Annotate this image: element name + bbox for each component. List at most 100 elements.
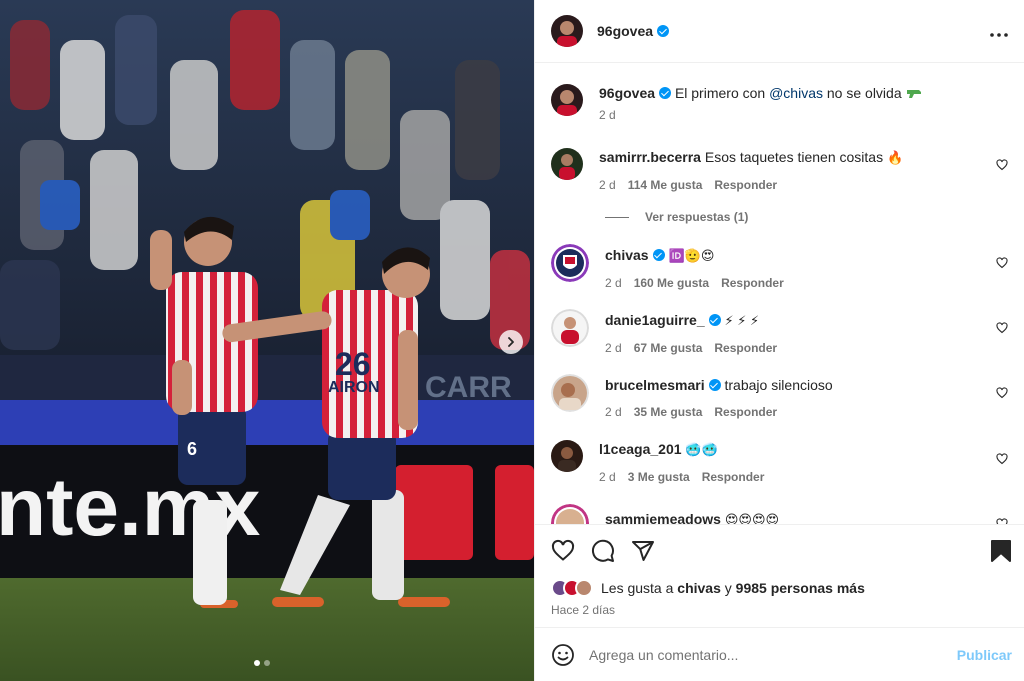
- caption-meta: 2 d: [599, 108, 1008, 122]
- comment-time: 2 d: [599, 470, 616, 484]
- post-side-panel: 96govea 96govea El primero con @chivas n…: [534, 0, 1024, 681]
- carousel-dot: [264, 660, 270, 666]
- comment-likes-count[interactable]: 35 Me gusta: [634, 405, 703, 419]
- view-replies-label[interactable]: Ver respuestas (1): [645, 210, 748, 224]
- commenter-avatar[interactable]: [551, 440, 583, 472]
- comment-username[interactable]: brucelmesmari: [605, 377, 705, 393]
- comment-item: l1ceaga_201 🥶🥶 2 d 3 Me gusta Responder: [551, 440, 1008, 484]
- comment-input[interactable]: [589, 647, 957, 663]
- action-bar: [551, 539, 1012, 565]
- comment-time: 2 d: [605, 341, 622, 355]
- comment-emoji: 😍😍😍😍: [724, 512, 780, 524]
- comments-list[interactable]: 96govea El primero con @chivas no se olv…: [535, 64, 1024, 524]
- comment-emoji: 🔥: [886, 150, 904, 165]
- comment-likes-count[interactable]: 3 Me gusta: [628, 470, 690, 484]
- post-header: 96govea: [535, 0, 1024, 63]
- next-photo-button[interactable]: [499, 330, 523, 354]
- comment-item: danie1aguirre_ ⚡ ⚡ ⚡ 2 d 67 Me gusta Res…: [551, 309, 1008, 355]
- verified-badge-icon: [657, 25, 670, 37]
- comment-username[interactable]: chivas: [605, 247, 649, 263]
- caption-text: 96govea El primero con @chivas no se olv…: [599, 84, 1008, 102]
- post-actions: Les gusta a chivas y 9985 personas más H…: [535, 524, 1024, 628]
- svg-text:AIRON: AIRON: [328, 379, 380, 396]
- caption-body-rest: no se olvida: [826, 85, 902, 101]
- carousel-indicator: [254, 660, 270, 666]
- comment-item: chivas 🆔🫡😍 2 d 160 Me gusta Responder: [551, 244, 1008, 290]
- comment-emoji: ⚡ ⚡ ⚡: [724, 313, 760, 328]
- comment-like-heart-icon[interactable]: [996, 257, 1008, 269]
- likes-and: y: [724, 580, 732, 596]
- comment-likes-count[interactable]: 160 Me gusta: [634, 276, 709, 290]
- comment-reply-button[interactable]: Responder: [702, 470, 765, 484]
- caption-username[interactable]: 96govea: [599, 85, 655, 101]
- comment-item: brucelmesmari trabajo silencioso 2 d 35 …: [551, 374, 1008, 419]
- svg-text:26: 26: [335, 346, 371, 382]
- comment-like-heart-icon[interactable]: [996, 453, 1008, 465]
- comment-emoji: 🆔🫡😍: [668, 248, 715, 263]
- commenter-avatar[interactable]: [551, 309, 589, 347]
- post-caption: 96govea El primero con @chivas no se olv…: [551, 84, 1008, 122]
- commenter-avatar[interactable]: [551, 148, 583, 180]
- author-username-text[interactable]: 96govea: [597, 23, 653, 39]
- caption-time: 2 d: [599, 108, 616, 122]
- verified-badge-icon: [708, 314, 721, 326]
- publish-button[interactable]: Publicar: [957, 647, 1012, 663]
- post-image: nte.mx CARR 6 26 AIRON: [0, 0, 534, 681]
- comment-item: samirrr.becerra Esos taquetes tienen cos…: [551, 148, 1008, 192]
- comment-item: sammiemeadows 😍😍😍😍: [551, 504, 1008, 524]
- chevron-right-icon: [508, 337, 514, 347]
- caption-mention-link[interactable]: @chivas: [769, 85, 823, 101]
- verified-badge-icon: [708, 379, 721, 391]
- caption-avatar[interactable]: [551, 84, 583, 116]
- commenter-avatar[interactable]: [551, 504, 589, 524]
- post-timestamp: Hace 2 días: [551, 603, 616, 617]
- commenter-avatar[interactable]: [551, 374, 589, 412]
- comment-like-heart-icon[interactable]: [996, 387, 1008, 399]
- likes-user-link[interactable]: chivas: [677, 580, 721, 596]
- heart-icon[interactable]: [551, 539, 575, 563]
- comment-username[interactable]: samirrr.becerra: [599, 149, 701, 165]
- author-avatar[interactable]: [551, 15, 583, 47]
- water-pistol-icon: [906, 90, 921, 98]
- comment-reply-button[interactable]: Responder: [714, 405, 777, 419]
- comment-username[interactable]: danie1aguirre_: [605, 312, 705, 328]
- share-icon[interactable]: [631, 539, 655, 563]
- more-horizontal-icon: [990, 33, 1008, 37]
- comment-time: 2 d: [605, 405, 622, 419]
- bookmark-icon[interactable]: [990, 539, 1012, 563]
- comment-like-heart-icon[interactable]: [996, 159, 1008, 171]
- verified-badge-icon: [659, 87, 672, 99]
- comment-likes-count[interactable]: 67 Me gusta: [634, 341, 703, 355]
- comment-reply-button[interactable]: Responder: [721, 276, 784, 290]
- comment-text: trabajo silencioso: [724, 377, 833, 393]
- comment-like-heart-icon[interactable]: [996, 322, 1008, 334]
- verified-badge-icon: [652, 249, 665, 261]
- view-replies-line: [605, 216, 629, 218]
- liker-avatar: [575, 579, 593, 597]
- likes-prefix: Les gusta a: [601, 580, 674, 596]
- svg-text:CARR: CARR: [425, 371, 512, 404]
- caption-body: El primero con: [674, 85, 766, 101]
- liker-avatars: [551, 579, 593, 597]
- smiley-icon[interactable]: [551, 643, 575, 667]
- likes-others-link[interactable]: 9985 personas más: [736, 580, 865, 596]
- view-replies-button[interactable]: Ver respuestas (1): [605, 210, 748, 224]
- likes-summary[interactable]: Les gusta a chivas y 9985 personas más: [551, 579, 865, 597]
- comment-time: 2 d: [599, 178, 616, 192]
- comment-username[interactable]: sammiemeadows: [605, 511, 721, 524]
- comment-text: Esos taquetes tienen cositas: [704, 149, 884, 165]
- comment-reply-button[interactable]: Responder: [714, 341, 777, 355]
- carousel-dot-active: [254, 660, 260, 666]
- comment-username[interactable]: l1ceaga_201: [599, 441, 682, 457]
- post-photo[interactable]: nte.mx CARR 6 26 AIRON: [0, 0, 534, 681]
- comment-emoji: 🥶🥶: [685, 442, 718, 457]
- author-username[interactable]: 96govea: [597, 23, 670, 39]
- comment-reply-button[interactable]: Responder: [714, 178, 777, 192]
- commenter-avatar[interactable]: [551, 244, 589, 282]
- add-comment-bar: Publicar: [535, 629, 1024, 681]
- more-options-button[interactable]: [990, 22, 1008, 40]
- svg-text:6: 6: [187, 439, 197, 459]
- comment-time: 2 d: [605, 276, 622, 290]
- comment-likes-count[interactable]: 114 Me gusta: [628, 178, 703, 192]
- comment-icon[interactable]: [591, 539, 615, 563]
